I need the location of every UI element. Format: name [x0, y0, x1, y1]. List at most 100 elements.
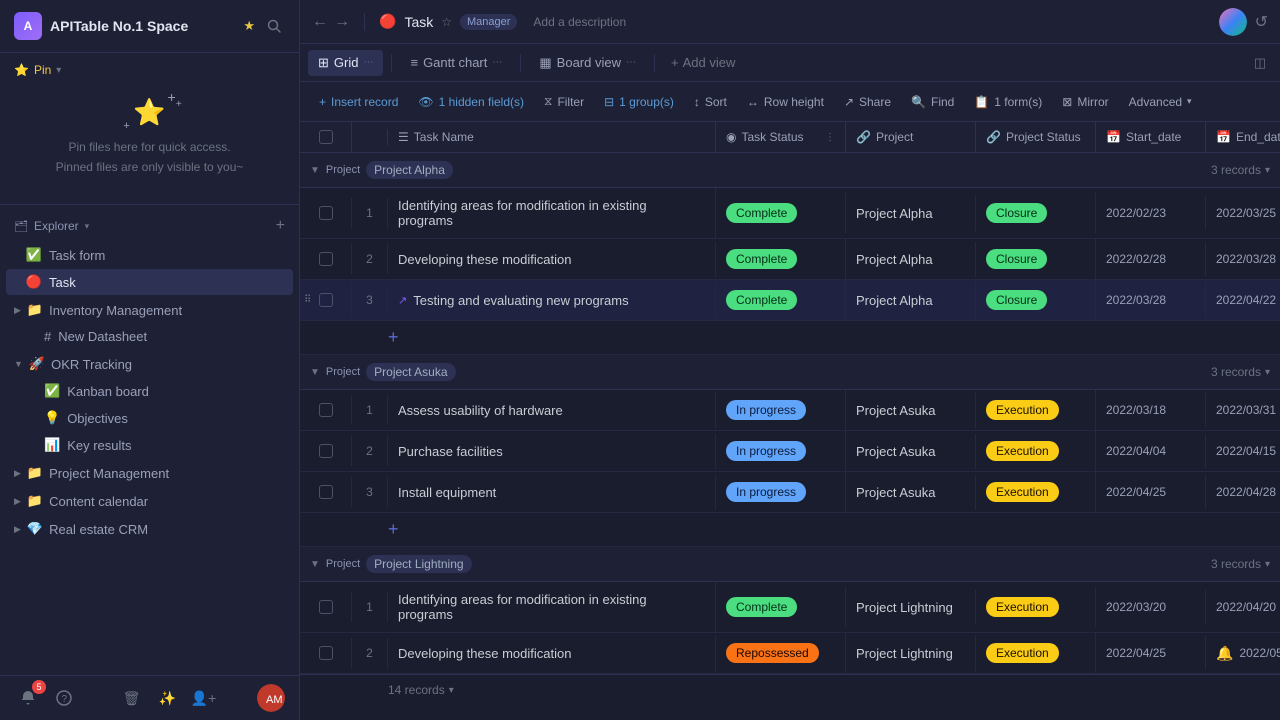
- collapse-sidebar-button[interactable]: ◫: [1248, 51, 1272, 75]
- refresh-button[interactable]: ↺: [1255, 12, 1268, 32]
- row-height-button[interactable]: ↔ Row height: [738, 91, 833, 113]
- group-asuka-tag[interactable]: Project Asuka: [366, 363, 455, 381]
- inventory-management-group: ▶ 📁 Inventory Management # New Datasheet: [0, 297, 299, 349]
- row-task-name[interactable]: Purchase facilities: [388, 434, 716, 469]
- row-status: Complete: [716, 239, 846, 279]
- add-nav-button[interactable]: +: [276, 217, 285, 235]
- sort-button[interactable]: ↕ Sort: [685, 91, 736, 113]
- sidebar-item-objectives[interactable]: 💡 Objectives: [16, 405, 293, 431]
- row-checkbox[interactable]: [319, 485, 333, 499]
- search-button[interactable]: [263, 15, 285, 37]
- row-task-name[interactable]: Developing these modification: [388, 636, 716, 671]
- row-end-date: 2022/03/28: [1206, 242, 1280, 276]
- gantt-options-icon[interactable]: ⋯: [492, 57, 502, 68]
- row-checkbox[interactable]: [319, 600, 333, 614]
- sidebar-item-key-results[interactable]: 📊 Key results: [16, 432, 293, 458]
- topbar-avatar[interactable]: [1219, 8, 1247, 36]
- project-management-header[interactable]: ▶ 📁 Project Management: [0, 460, 299, 486]
- row-checkbox[interactable]: [319, 444, 333, 458]
- delete-button[interactable]: 🗑: [118, 684, 146, 712]
- row-checkbox[interactable]: [319, 252, 333, 266]
- group-lightning-tag[interactable]: Project Lightning: [366, 555, 471, 573]
- tab-grid[interactable]: ⊞ Grid ⋯: [308, 50, 383, 76]
- total-records-footer[interactable]: 14 records ▾: [300, 674, 1280, 705]
- task-status-sort-icon[interactable]: ⋮: [825, 132, 835, 143]
- sidebar-item-kanban[interactable]: ✅ Kanban board: [16, 378, 293, 404]
- datasheet-icon: #: [44, 329, 51, 344]
- row-status: In progress: [716, 390, 846, 430]
- notifications-button[interactable]: 5: [14, 684, 42, 712]
- real-estate-crm-header[interactable]: ▶ 💎 Real estate CRM: [0, 516, 299, 542]
- header-checkbox[interactable]: [319, 130, 333, 144]
- add-row-asuka[interactable]: +: [300, 513, 1280, 547]
- sidebar-item-task-form[interactable]: ✅ Task form: [6, 242, 293, 268]
- sidebar: A APITable No.1 Space ★ ⭐ Pin ▾ ⭐+++ Pin…: [0, 0, 300, 720]
- add-view-button[interactable]: + Add view: [663, 51, 743, 74]
- row-checkbox[interactable]: [319, 206, 333, 220]
- inventory-management-header[interactable]: ▶ 📁 Inventory Management: [0, 297, 299, 323]
- forward-button[interactable]: →: [334, 13, 350, 31]
- okr-children: ✅ Kanban board 💡 Objectives 📊 Key result…: [0, 378, 299, 458]
- user-avatar[interactable]: AM: [257, 684, 285, 712]
- content-calendar-group: ▶ 📁 Content calendar: [0, 488, 299, 514]
- help-button[interactable]: ?: [50, 684, 78, 712]
- row-height-icon: ↔: [747, 95, 759, 109]
- back-button[interactable]: ←: [312, 13, 328, 31]
- share-sidebar-button[interactable]: ✨: [154, 684, 182, 712]
- row-expand-icon[interactable]: ↗: [398, 294, 407, 307]
- row-task-name[interactable]: Identifying areas for modification in ex…: [388, 582, 716, 632]
- row-task-name[interactable]: Install equipment: [388, 475, 716, 510]
- group-alpha-project-label: Project: [326, 164, 360, 176]
- datasheet-label: New Datasheet: [58, 329, 147, 344]
- group-alpha-count[interactable]: 3 records ▾: [1211, 163, 1270, 177]
- form-button[interactable]: 📋 1 form(s): [965, 91, 1051, 113]
- board-options-icon[interactable]: ⋯: [626, 57, 636, 68]
- explorer-header[interactable]: 🗂 Explorer ▾ +: [0, 211, 299, 241]
- row-checkbox[interactable]: [319, 646, 333, 660]
- share-label: Share: [859, 95, 891, 109]
- grid-icon: ⊞: [318, 55, 329, 71]
- okr-rocket-icon: 🚀: [29, 356, 45, 372]
- tab-gantt[interactable]: ≡ Gantt chart ⋯: [400, 50, 512, 75]
- row-proj-status: Closure: [976, 239, 1096, 279]
- row-checkbox[interactable]: [319, 293, 333, 307]
- filter-button[interactable]: ⧖ Filter: [535, 90, 593, 113]
- group-asuka-count[interactable]: 3 records ▾: [1211, 365, 1270, 379]
- find-label: Find: [931, 95, 954, 109]
- row-task-name[interactable]: Assess usability of hardware: [388, 393, 716, 428]
- row-checkbox-cell: [300, 198, 352, 228]
- share-button[interactable]: ↗ Share: [835, 91, 900, 113]
- group-asuka-chevron-icon[interactable]: ▼: [310, 367, 320, 378]
- board-label: Board view: [557, 55, 621, 70]
- row-checkbox[interactable]: [319, 403, 333, 417]
- insert-record-button[interactable]: + Insert record: [310, 91, 407, 113]
- tab-board[interactable]: ▦ Board view ⋯: [529, 50, 646, 76]
- find-button[interactable]: 🔍 Find: [902, 91, 963, 113]
- group-lightning-count[interactable]: 3 records ▾: [1211, 557, 1270, 571]
- sidebar-item-new-datasheet[interactable]: # New Datasheet: [16, 324, 293, 349]
- row-status: In progress: [716, 472, 846, 512]
- hidden-label: 1 hidden field(s): [439, 95, 524, 109]
- row-task-name[interactable]: ↗ Testing and evaluating new programs: [388, 283, 716, 318]
- row-end-date: 🔔 2022/05/20: [1206, 635, 1280, 672]
- content-calendar-header[interactable]: ▶ 📁 Content calendar: [0, 488, 299, 514]
- hidden-fields-button[interactable]: 👁 1 hidden field(s): [409, 91, 533, 113]
- group-alpha-chevron-icon[interactable]: ▼: [310, 165, 320, 176]
- group-alpha-tag[interactable]: Project Alpha: [366, 161, 453, 179]
- proj-status-badge: Execution: [986, 643, 1059, 663]
- sidebar-item-task[interactable]: 🔴 Task: [6, 269, 293, 295]
- advanced-button[interactable]: Advanced ▾: [1120, 91, 1201, 113]
- group-lightning-chevron-icon[interactable]: ▼: [310, 559, 320, 570]
- row-end-date-text: 2022/05/20: [1239, 646, 1280, 660]
- row-task-name[interactable]: Developing these modification: [388, 242, 716, 277]
- cc-folder-icon: 📁: [27, 493, 43, 509]
- row-task-name[interactable]: Identifying areas for modification in ex…: [388, 188, 716, 238]
- pin-button[interactable]: ⭐ Pin ▾: [14, 63, 285, 77]
- mirror-button[interactable]: ⊠ Mirror: [1053, 91, 1117, 113]
- add-member-button[interactable]: 👤+: [190, 684, 218, 712]
- okr-tracking-header[interactable]: ▼ 🚀 OKR Tracking: [0, 351, 299, 377]
- group-button[interactable]: ⊟ 1 group(s): [595, 91, 683, 113]
- start-date-col-icon: 📅: [1106, 130, 1121, 144]
- grid-options-icon[interactable]: ⋯: [363, 57, 373, 68]
- add-row-alpha[interactable]: +: [300, 321, 1280, 355]
